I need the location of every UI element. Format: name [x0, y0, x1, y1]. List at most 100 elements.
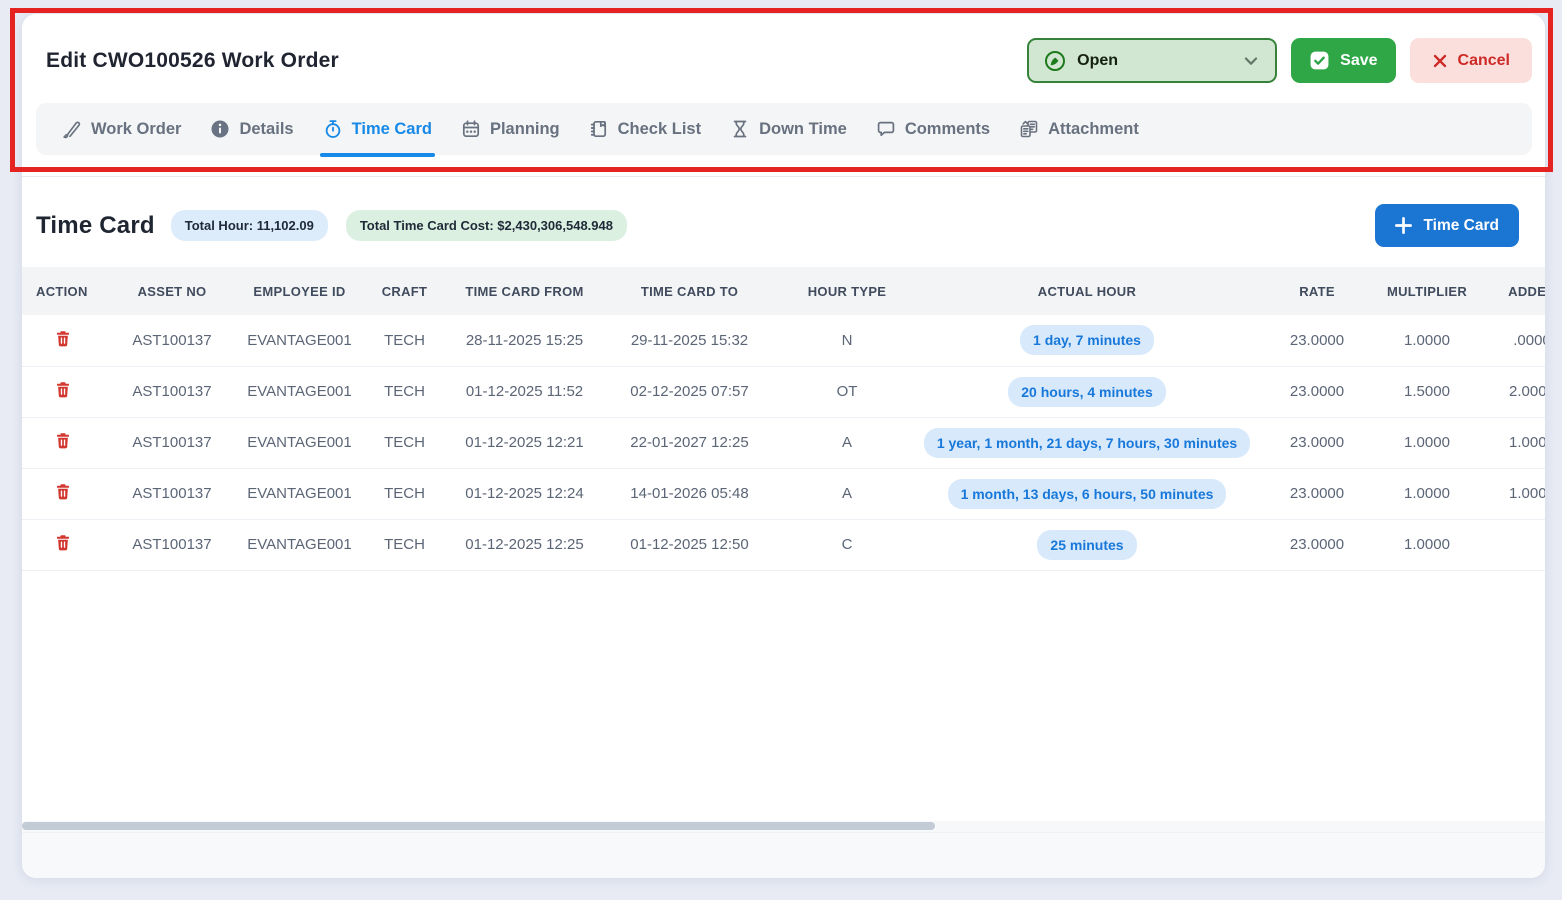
status-dropdown[interactable]: Open [1027, 38, 1277, 83]
cell-employee-id: EVANTAGE001 [232, 366, 367, 417]
tab-attachment[interactable]: Attachment [1019, 103, 1139, 155]
cell-time-card-from: 01-12-2025 12:21 [442, 417, 607, 468]
column-header-time-card-from: TIME CARD FROM [442, 267, 607, 315]
column-header-time-card-to: TIME CARD TO [607, 267, 772, 315]
save-check-icon [1309, 50, 1330, 71]
status-open-icon [1044, 50, 1066, 72]
cell-hour-type: N [772, 315, 922, 366]
cell-craft: TECH [367, 366, 442, 417]
cell-employee-id: EVANTAGE001 [232, 417, 367, 468]
cell-time-card-to: 14-01-2026 05:48 [607, 468, 772, 519]
cell-action [22, 366, 112, 417]
cell-actual-hour: 1 day, 7 minutes [922, 315, 1252, 366]
notebook-icon [589, 119, 609, 139]
cell-craft: TECH [367, 519, 442, 570]
tab-work-order[interactable]: Work Order [61, 103, 181, 155]
cell-multiplier: 1.5000 [1382, 366, 1472, 417]
time-card-table: ACTIONASSET NOEMPLOYEE IDCRAFTTIME CARD … [22, 267, 1545, 571]
cell-asset-no: AST100137 [112, 519, 232, 570]
trash-icon [54, 336, 72, 351]
status-label: Open [1077, 52, 1231, 70]
cancel-label: Cancel [1458, 52, 1510, 70]
cell-rate: 23.0000 [1252, 417, 1382, 468]
cell-rate: 23.0000 [1252, 519, 1382, 570]
tab-comments[interactable]: Comments [876, 103, 990, 155]
tab-time-card[interactable]: Time Card [323, 103, 432, 155]
save-button[interactable]: Save [1291, 38, 1395, 83]
tab-label: Attachment [1048, 120, 1139, 139]
cell-asset-no: AST100137 [112, 315, 232, 366]
page-title: Edit CWO100526 Work Order [46, 49, 339, 73]
tab-planning[interactable]: Planning [461, 103, 560, 155]
cell-multiplier: 1.0000 [1382, 468, 1472, 519]
cell-rate: 23.0000 [1252, 315, 1382, 366]
tab-details[interactable]: Details [210, 103, 293, 155]
cancel-button[interactable]: Cancel [1410, 38, 1532, 83]
tab-label: Down Time [759, 120, 847, 139]
column-header-actual-hour: ACTUAL HOUR [922, 267, 1252, 315]
cell-asset-no: AST100137 [112, 366, 232, 417]
cell-time-card-from: 01-12-2025 11:52 [442, 366, 607, 417]
time-card-section-header: Time Card Total Hour: 11,102.09 Total Ti… [22, 177, 1545, 267]
cell-multiplier: 1.0000 [1382, 315, 1472, 366]
cell-craft: TECH [367, 315, 442, 366]
info-circle-icon [210, 119, 230, 139]
delete-row-button[interactable] [54, 431, 72, 450]
table-row: AST100137EVANTAGE001TECH28-11-2025 15:25… [22, 315, 1545, 366]
horizontal-scrollbar-thumb[interactable] [22, 822, 935, 830]
column-header-adder: ADDER [1472, 267, 1545, 315]
column-header-multiplier: MULTIPLIER [1382, 267, 1472, 315]
close-x-icon [1432, 53, 1448, 69]
hourglass-icon [730, 119, 750, 139]
actual-hour-badge: 1 month, 13 days, 6 hours, 50 minutes [948, 479, 1227, 509]
cell-craft: TECH [367, 417, 442, 468]
cell-hour-type: A [772, 468, 922, 519]
pen-signature-icon [61, 119, 82, 140]
add-button-label: Time Card [1423, 217, 1499, 235]
trash-icon [54, 540, 72, 555]
total-hour-badge: Total Hour: 11,102.09 [171, 210, 328, 241]
cell-time-card-from: 28-11-2025 15:25 [442, 315, 607, 366]
horizontal-scrollbar-track [22, 821, 1545, 832]
calendar-icon [461, 119, 481, 139]
cell-asset-no: AST100137 [112, 417, 232, 468]
column-header-hour-type: HOUR TYPE [772, 267, 922, 315]
tab-label: Details [239, 120, 293, 139]
cell-adder: 1.0000 [1472, 417, 1545, 468]
cell-employee-id: EVANTAGE001 [232, 519, 367, 570]
plus-icon [1395, 217, 1412, 234]
cell-actual-hour: 1 month, 13 days, 6 hours, 50 minutes [922, 468, 1252, 519]
column-header-asset-no: ASSET NO [112, 267, 232, 315]
delete-row-button[interactable] [54, 380, 72, 399]
cell-actual-hour: 25 minutes [922, 519, 1252, 570]
cell-hour-type: A [772, 417, 922, 468]
cell-employee-id: EVANTAGE001 [232, 468, 367, 519]
column-header-craft: CRAFT [367, 267, 442, 315]
panel-header: Edit CWO100526 Work Order Open Save [22, 14, 1545, 155]
tab-down-time[interactable]: Down Time [730, 103, 847, 155]
table-body: AST100137EVANTAGE001TECH28-11-2025 15:25… [22, 315, 1545, 570]
chevron-down-icon [1242, 52, 1260, 70]
delete-row-button[interactable] [54, 533, 72, 552]
add-time-card-button[interactable]: Time Card [1375, 204, 1519, 247]
cell-craft: TECH [367, 468, 442, 519]
tab-bar: Work Order Details Time Card Planning [36, 103, 1532, 155]
delete-row-button[interactable] [54, 482, 72, 501]
actual-hour-badge: 1 year, 1 month, 21 days, 7 hours, 30 mi… [924, 428, 1250, 458]
attachment-pages-icon [1019, 119, 1039, 139]
cell-hour-type: C [772, 519, 922, 570]
cell-action [22, 315, 112, 366]
cell-adder: 2.0000 [1472, 366, 1545, 417]
stopwatch-icon [323, 119, 343, 139]
tab-check-list[interactable]: Check List [589, 103, 701, 155]
delete-row-button[interactable] [54, 329, 72, 348]
cell-time-card-to: 02-12-2025 07:57 [607, 366, 772, 417]
trash-icon [54, 489, 72, 504]
cell-time-card-to: 01-12-2025 12:50 [607, 519, 772, 570]
cell-multiplier: 1.0000 [1382, 519, 1472, 570]
column-header-rate: RATE [1252, 267, 1382, 315]
total-cost-badge: Total Time Card Cost: $2,430,306,548.948 [346, 210, 627, 241]
cell-action [22, 468, 112, 519]
cell-employee-id: EVANTAGE001 [232, 315, 367, 366]
tab-label: Work Order [91, 120, 181, 139]
